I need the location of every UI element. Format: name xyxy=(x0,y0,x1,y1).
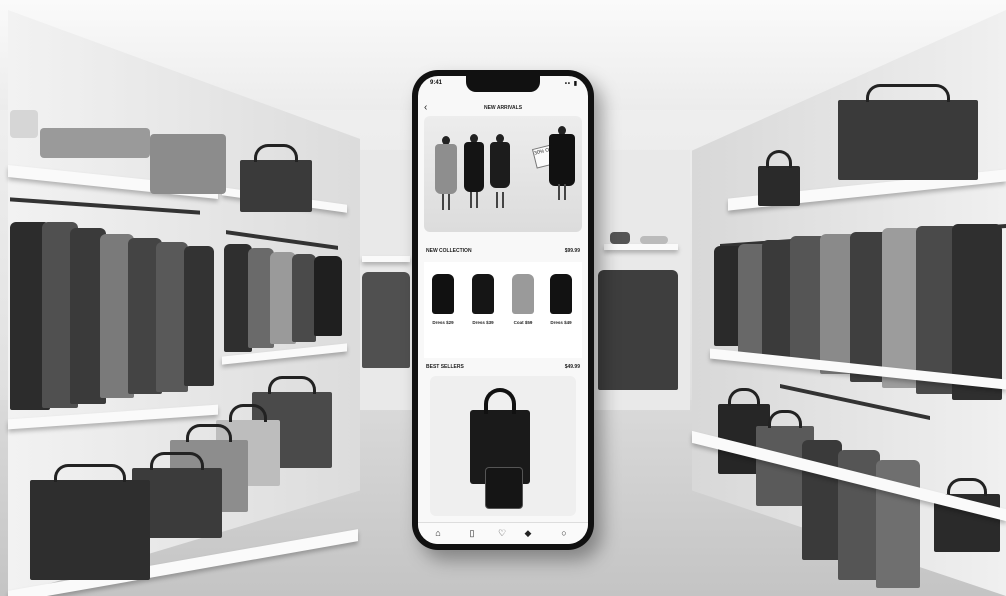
bag-handle xyxy=(767,410,803,428)
section-label: BEST SELLERS xyxy=(426,364,464,370)
bag-handle xyxy=(728,388,760,406)
model-leg xyxy=(476,192,478,208)
product-label: Dress $49 xyxy=(550,320,572,325)
model-outfit xyxy=(464,142,484,192)
tag-icon[interactable]: ◆ xyxy=(522,527,534,539)
model-leg xyxy=(558,184,560,200)
bag-handle xyxy=(185,424,233,442)
bag-handle xyxy=(866,84,950,102)
shopping-bag xyxy=(758,150,800,206)
section-header[interactable]: NEW COLLECTION $99.99 xyxy=(426,248,580,256)
model-outfit xyxy=(490,142,510,188)
shopping-bag xyxy=(30,464,150,580)
bag-handle xyxy=(150,452,204,470)
store-scene: 9:41 •• ▮ ‹ NEW ARRIVALS 30% OFF NEW COL… xyxy=(0,0,1006,596)
model-leg xyxy=(564,184,566,200)
section-price: $99.99 xyxy=(564,248,580,254)
product-label: Dress $39 xyxy=(472,320,494,325)
model-figure xyxy=(548,126,576,208)
hanging-garment xyxy=(314,256,342,336)
phone-screen: 9:41 •• ▮ ‹ NEW ARRIVALS 30% OFF NEW COL… xyxy=(418,76,588,544)
section-header[interactable]: BEST SELLERS $49.99 xyxy=(426,364,580,372)
coat-image xyxy=(512,274,534,314)
product-card[interactable]: Dress $49 xyxy=(544,268,578,352)
model-figure xyxy=(462,134,486,210)
wallet-image xyxy=(486,468,522,508)
folded-clothes xyxy=(10,110,38,138)
model-leg xyxy=(448,194,450,210)
dress-image xyxy=(550,274,572,314)
bag-handle xyxy=(947,478,987,496)
hanging-garment xyxy=(598,270,678,390)
product-card[interactable]: Dress $29 xyxy=(426,268,460,352)
app-top-bar: ‹ NEW ARRIVALS xyxy=(418,102,588,116)
hanging-garment xyxy=(184,246,214,386)
folded-clothes xyxy=(150,134,226,194)
model-leg xyxy=(502,192,504,208)
back-arrow-icon[interactable]: ‹ xyxy=(424,102,427,113)
product-grid: Dress $29 Dress $39 Coat $59 Dress $49 xyxy=(424,262,582,358)
status-time: 9:41 xyxy=(430,80,443,86)
bag-icon[interactable]: ▯ xyxy=(466,527,478,539)
folded-clothes xyxy=(610,232,630,244)
handbag-handle xyxy=(484,388,516,414)
shopping-bag xyxy=(240,144,312,212)
screen-title: NEW ARRIVALS xyxy=(483,105,523,111)
status-icons: •• ▮ xyxy=(564,81,578,87)
shopping-bag xyxy=(838,84,978,180)
bag-handle xyxy=(54,464,126,482)
bag-handle xyxy=(268,376,316,394)
bag-handle xyxy=(254,144,298,162)
model-figure xyxy=(434,136,458,212)
bottom-tab-bar: ⌂ ▯ ♡ ◆ ○ xyxy=(418,522,588,544)
model-outfit xyxy=(435,144,457,194)
folded-clothes xyxy=(640,236,668,244)
model-outfit xyxy=(549,134,575,186)
section-price: $49.99 xyxy=(564,364,580,370)
folded-clothes xyxy=(40,128,150,158)
model-leg xyxy=(442,194,444,210)
product-card[interactable]: Dress $39 xyxy=(466,268,500,352)
product-label: Dress $29 xyxy=(432,320,454,325)
dress-image xyxy=(432,274,454,314)
bag-handle xyxy=(766,150,792,168)
product-card[interactable]: Coat $59 xyxy=(506,268,540,352)
model-leg xyxy=(470,192,472,208)
promo-banner[interactable]: 30% OFF xyxy=(424,116,582,232)
model-figure xyxy=(488,134,512,210)
bag-handle xyxy=(228,404,268,422)
home-icon[interactable]: ⌂ xyxy=(432,527,444,539)
back-left-shelf xyxy=(362,256,410,262)
hanging-garment xyxy=(952,224,1002,400)
profile-icon[interactable]: ○ xyxy=(558,527,570,539)
heart-icon[interactable]: ♡ xyxy=(496,527,508,539)
back-right-shelf xyxy=(604,244,678,250)
featured-product[interactable] xyxy=(430,376,576,516)
phone-notch xyxy=(466,76,540,92)
hanging-garment xyxy=(362,272,410,368)
hanging-garment xyxy=(292,254,316,342)
dress-image xyxy=(472,274,494,314)
hanging-garment xyxy=(802,440,842,560)
smartphone: 9:41 •• ▮ ‹ NEW ARRIVALS 30% OFF NEW COL… xyxy=(412,70,594,550)
section-label: NEW COLLECTION xyxy=(426,248,472,254)
product-label: Coat $59 xyxy=(513,320,533,325)
model-leg xyxy=(496,192,498,208)
